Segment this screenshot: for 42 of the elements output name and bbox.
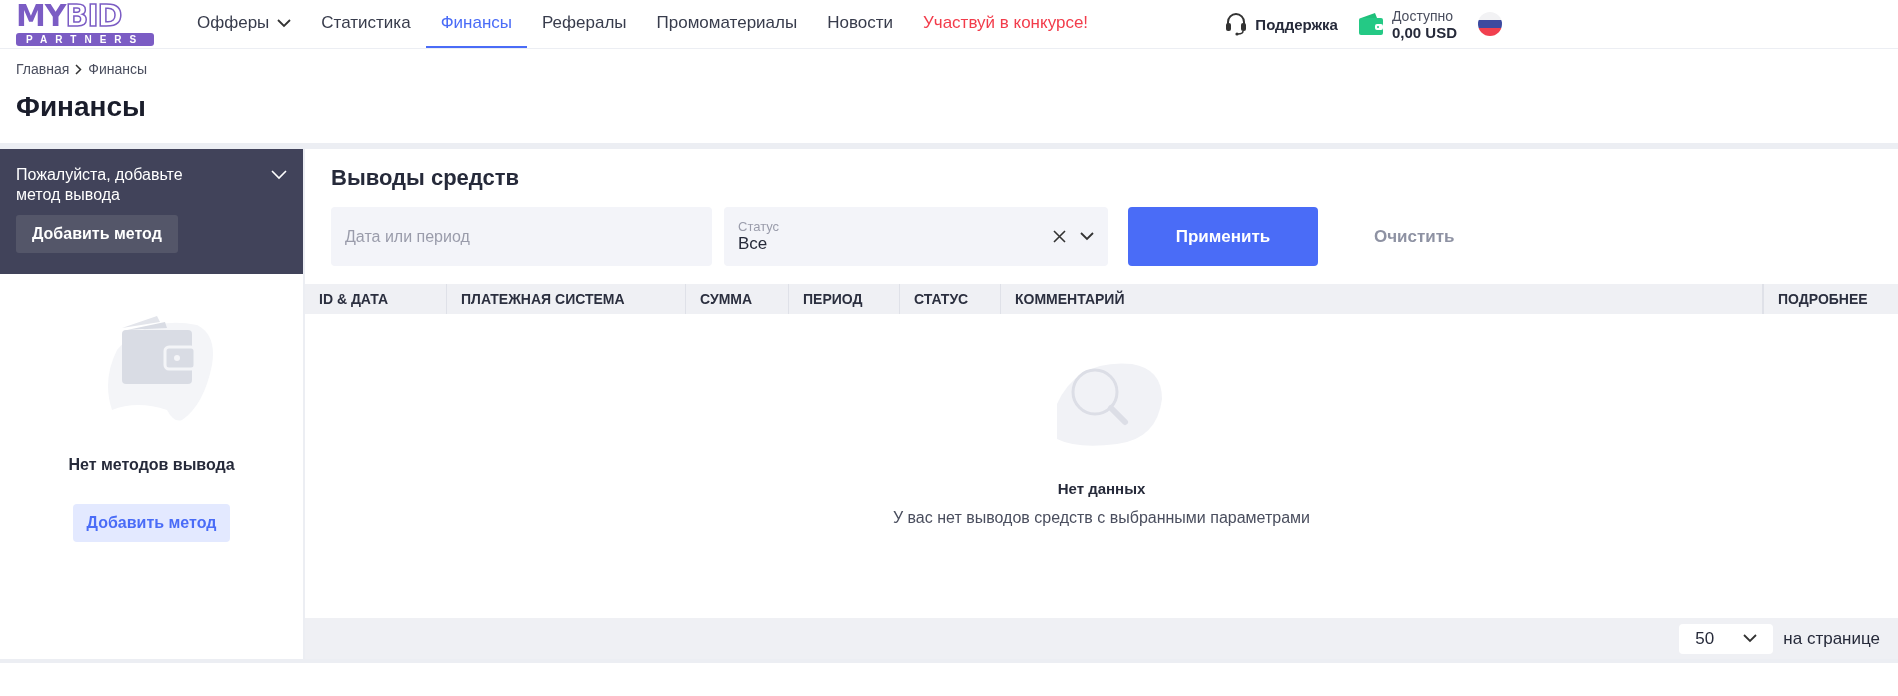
column-header: СТАТУС (900, 284, 1001, 314)
date-field[interactable]: Дата или период (331, 207, 712, 266)
chevron-icon[interactable] (271, 170, 287, 180)
column-header: ПЛАТЕЖНАЯ СИСТЕМА (447, 284, 686, 314)
empty-message: У вас нет выводов средств с выбранными параметрами (892, 509, 1311, 527)
status-select[interactable]: Статус Все (724, 207, 1108, 266)
empty-methods-title: Нет методов вывода (68, 456, 235, 474)
nav-tab[interactable]: Участвуй в конкурсе! (908, 0, 1104, 48)
support-link[interactable]: Поддержка (1255, 15, 1338, 33)
russian-flag-icon[interactable] (1477, 11, 1503, 37)
balance-amount: 0,00 USD (1391, 23, 1457, 41)
column-header: КОММЕНТАРИЙ (1001, 284, 1763, 314)
notice-text: Пожалуйста, добавьте метод вывода (16, 165, 184, 205)
empty-title: Нет данных (1057, 480, 1146, 497)
chevron-down-icon (1743, 634, 1758, 643)
nav-tab[interactable]: Финансы (425, 0, 527, 48)
section-title: Выводы средств (331, 165, 521, 192)
page-size-label: на странице (1783, 628, 1880, 649)
chevron-right-icon (75, 63, 83, 75)
nav-tab[interactable]: Новости (812, 0, 908, 48)
page-size-select[interactable]: 50 (1679, 623, 1774, 654)
column-header: ID & ДАТА (305, 284, 447, 314)
balance-label: Доступно (1391, 7, 1455, 24)
breadcrumb-current: Финансы (88, 61, 148, 77)
nav-tab[interactable]: Офферы (182, 0, 307, 48)
nav-tab[interactable]: Рефералы (527, 0, 642, 48)
nav-tab[interactable]: Статистика (306, 0, 426, 48)
close-icon[interactable] (1053, 230, 1066, 243)
wallet-icon (1357, 12, 1384, 36)
add-method-button[interactable]: Добавить метод (16, 215, 178, 253)
chevron-down-icon (277, 18, 292, 28)
column-header: СУММА (686, 284, 789, 314)
chevron-down-icon (1080, 232, 1094, 241)
add-method-button[interactable]: Добавить метод (72, 504, 231, 542)
apply-button[interactable]: Применить (1128, 207, 1318, 266)
logo[interactable]: MYBID PARTNERS (16, 2, 156, 46)
breadcrumb-link[interactable]: Главная (16, 61, 70, 77)
column-header: ПОДРОБНЕЕ (1763, 284, 1898, 314)
headset-icon (1225, 12, 1248, 36)
page-title: Финансы (16, 91, 147, 124)
nav-tab[interactable]: Промоматериалы (641, 0, 813, 48)
column-header: ПЕРИОД (789, 284, 900, 314)
